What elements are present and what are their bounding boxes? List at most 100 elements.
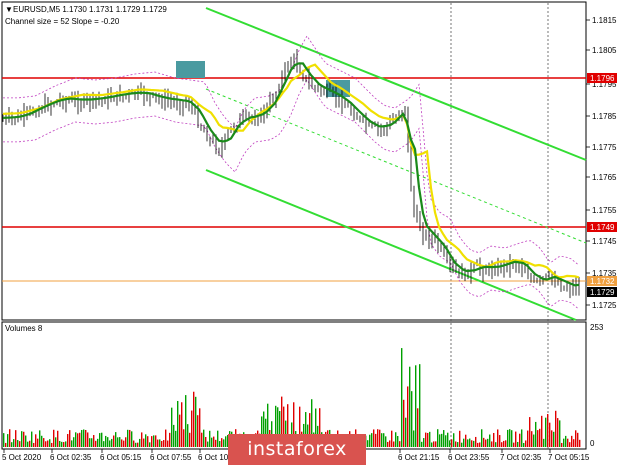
volume-bar xyxy=(133,440,135,447)
volume-bar xyxy=(47,440,49,447)
volume-bar xyxy=(567,438,569,447)
volume-bar xyxy=(419,364,421,447)
volume-bar xyxy=(509,429,511,447)
volume-bar xyxy=(431,442,433,447)
volume-bar xyxy=(413,430,415,447)
volume-bar xyxy=(403,399,405,447)
volume-bar xyxy=(561,442,563,447)
volume-bar xyxy=(125,437,127,447)
volume-bar xyxy=(51,442,53,447)
volume-bar xyxy=(49,439,51,447)
volume-bar xyxy=(219,441,221,447)
volume-bar xyxy=(27,441,29,447)
volume-bar xyxy=(39,430,41,447)
volume-bar xyxy=(197,415,199,447)
volume-bar xyxy=(83,429,85,447)
volume-bar xyxy=(507,429,509,447)
time-tick-label: 7 Oct 05:15 xyxy=(548,453,590,462)
volume-bar xyxy=(371,433,373,447)
volume-bar xyxy=(563,438,565,447)
volume-bar xyxy=(179,414,181,447)
volume-bar xyxy=(549,422,551,447)
volume-bar xyxy=(15,430,17,447)
volume-bar xyxy=(537,430,539,447)
volume-bar xyxy=(533,434,535,447)
volume-bar xyxy=(505,440,507,447)
volume-bar xyxy=(67,434,69,447)
volume-bar xyxy=(497,429,499,447)
volume-bar xyxy=(395,432,397,447)
volume-bar xyxy=(565,435,567,447)
volume-bar xyxy=(153,435,155,447)
volume-bar xyxy=(101,432,103,447)
volume-bar xyxy=(519,433,521,447)
trading-chart[interactable]: ▼ EURUSD,M5 1.1730 1.1731 1.1729 1.1729 … xyxy=(0,0,620,465)
volume-bar xyxy=(471,440,473,447)
volume-bar xyxy=(135,442,137,447)
volume-bar xyxy=(451,439,453,447)
volume-bar xyxy=(489,434,491,447)
time-tick-label: 6 Oct 23:55 xyxy=(448,453,490,462)
time-tick-label: 6 Oct 07:55 xyxy=(150,453,192,462)
volume-bar xyxy=(159,439,161,447)
volume-bar xyxy=(383,433,385,447)
volume-bar xyxy=(375,433,377,447)
price-tick-label: 1.1745 xyxy=(592,237,617,246)
volume-bar xyxy=(115,432,117,447)
volume-bar xyxy=(45,441,47,447)
volume-bar xyxy=(513,442,515,447)
volume-bar xyxy=(109,440,111,447)
volume-bar xyxy=(195,396,197,447)
volume-bar xyxy=(477,442,479,447)
volume-bar xyxy=(69,430,71,447)
volume-bar xyxy=(7,434,9,447)
volume-bar xyxy=(199,408,201,447)
volume-bar xyxy=(187,424,189,447)
volume-bar xyxy=(495,442,497,447)
volume-bar xyxy=(145,434,147,447)
volume-bar xyxy=(455,441,457,447)
volume-bar xyxy=(163,440,165,447)
volume-bar xyxy=(571,435,573,447)
volume-bar xyxy=(463,438,465,447)
volume-bar xyxy=(169,432,171,447)
volume-bar xyxy=(17,440,19,447)
volume-scale-bottom: 0 xyxy=(590,439,595,448)
volume-bar xyxy=(155,435,157,447)
volume-bar xyxy=(201,432,203,447)
volume-bar xyxy=(141,432,143,447)
price-tag-label: 1.1749 xyxy=(590,223,615,232)
volume-bar xyxy=(573,439,575,447)
time-tick-label: 6 Oct 05:15 xyxy=(100,453,142,462)
volume-bar xyxy=(151,436,153,447)
volume-bar xyxy=(465,434,467,447)
symbol-info: EURUSD,M5 1.1730 1.1731 1.1729 1.1729 xyxy=(13,5,167,14)
volume-bar xyxy=(131,431,133,447)
volume-bar xyxy=(129,429,131,447)
volume-bar xyxy=(91,438,93,447)
volume-bar xyxy=(475,436,477,447)
volume-bar xyxy=(441,433,443,447)
volume-bar xyxy=(9,429,11,447)
volume-bar xyxy=(13,439,15,447)
volume-bar xyxy=(457,442,459,447)
volume-bar xyxy=(19,441,21,447)
price-axis: 1.18151.18051.17951.17851.17751.17651.17… xyxy=(586,16,617,310)
volume-bar xyxy=(445,435,447,447)
volume-bar xyxy=(491,441,493,447)
price-tag-label: 1.1732 xyxy=(590,277,615,286)
volume-bar xyxy=(95,440,97,447)
volume-bar xyxy=(545,417,547,447)
volume-bar xyxy=(429,431,431,447)
volume-bar xyxy=(181,402,183,447)
volume-bar xyxy=(183,429,185,447)
volume-bar xyxy=(173,424,175,447)
volume-bar xyxy=(221,438,223,447)
volume-bar xyxy=(59,440,61,447)
volume-bar xyxy=(189,432,191,447)
volume-bar xyxy=(367,440,369,447)
volume-bar xyxy=(387,441,389,447)
volume-bar xyxy=(557,418,559,447)
volume-bar xyxy=(137,442,139,447)
symbol-arrow-icon: ▼ xyxy=(5,5,13,14)
